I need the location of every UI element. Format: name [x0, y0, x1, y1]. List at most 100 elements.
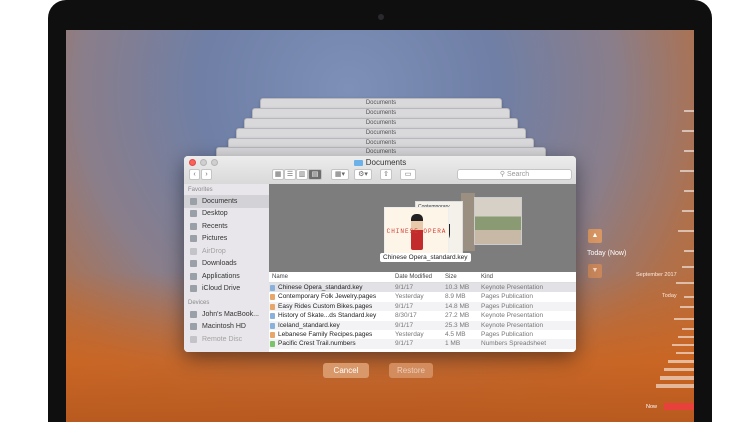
stacked-window-title: Documents — [365, 120, 397, 126]
column-view-button[interactable]: ▥ — [296, 169, 308, 180]
cover-flow-button[interactable]: ▤ — [308, 169, 322, 180]
sidebar-item-applications[interactable]: Applications — [184, 270, 269, 283]
cover-flow-icon: ▤ — [311, 171, 319, 178]
icon-view-button[interactable]: ▦ — [272, 169, 284, 180]
tag-icon: ▭ — [404, 171, 412, 178]
file-name: Lebanese Family Recipes.pages — [278, 330, 373, 338]
keynote-file-icon — [270, 285, 275, 291]
sidebar-item-recents[interactable]: Recents — [184, 220, 269, 233]
share-button[interactable]: ⇧ — [380, 169, 392, 180]
column-header-name[interactable]: Name — [272, 272, 288, 282]
sidebar-item-documents[interactable]: Documents — [184, 195, 269, 208]
chevron-right-icon: › — [205, 171, 208, 178]
document-preview-title: CHINESE OPERA — [386, 228, 447, 235]
sidebar-item-label: Pictures — [202, 235, 228, 243]
sidebar-item-pictures[interactable]: Pictures — [184, 233, 269, 246]
stacked-window-title: Documents — [365, 110, 397, 116]
chevron-down-icon: ▼ — [591, 267, 599, 274]
applications-icon — [190, 272, 197, 280]
file-size: 1 MB — [445, 340, 461, 348]
timeline-down-button[interactable]: ▼ — [588, 264, 602, 278]
forward-button[interactable]: › — [201, 169, 212, 180]
timeline-label-september[interactable]: September 2017 — [636, 272, 677, 278]
numbers-file-icon — [270, 341, 275, 348]
timeline-label-today[interactable]: Today — [662, 293, 677, 299]
column-header-date[interactable]: Date Modified — [395, 272, 432, 282]
stacked-window-title: Documents — [365, 140, 397, 146]
table-row[interactable]: Chinese Opera_standard.key 9/1/17 10.3 MB K… — [269, 283, 576, 293]
sidebar-item-downloads[interactable]: Downloads — [184, 258, 269, 271]
table-row[interactable]: Contemporary Folk Jewelry.pages Yesterday… — [269, 292, 576, 301]
documents-icon — [190, 197, 197, 205]
columns-icon: ▥ — [298, 171, 306, 178]
document-preview[interactable] — [461, 193, 475, 251]
sidebar-item-label: Downloads — [202, 260, 237, 268]
column-header-size[interactable]: Size — [445, 272, 457, 282]
pages-file-icon — [270, 294, 275, 301]
search-field[interactable]: ⚲ Search — [457, 169, 572, 180]
title-bar: Documents ‹ › ▦ ☰ ▥ ▤ ▦▾ ⚙▾ ⇧ ▭ ⚲ Search — [184, 156, 576, 185]
preview-caption: Chinese Opera_standard.key — [380, 253, 471, 262]
table-row[interactable]: Easy Rides Custom Bikes.pages 9/1/17 14.8 … — [269, 301, 576, 312]
sidebar-section-devices: Devices — [188, 300, 210, 306]
sidebar-item-desktop[interactable]: Desktop — [184, 208, 269, 221]
table-row[interactable]: Pacific Crest Trail.numbers 9/1/17 1 MB Num… — [269, 339, 576, 349]
table-row[interactable]: Lebanese Family Recipes.pages Yesterday 4.… — [269, 330, 576, 339]
sidebar-item-icloud-drive[interactable]: iCloud Drive — [184, 283, 269, 296]
group-button[interactable]: ▦▾ — [331, 169, 349, 180]
sidebar-item-macbook[interactable]: John's MacBook... — [184, 308, 269, 321]
sidebar-item-label: Recents — [202, 222, 228, 230]
cover-flow-preview: Contemporary Folk Jewelry CHINESE OPERA … — [269, 184, 576, 272]
document-preview[interactable] — [474, 197, 522, 245]
sidebar: Favorites Documents Desktop Recents Pict… — [184, 184, 269, 352]
folder-icon — [353, 160, 363, 166]
timeline-now-marker[interactable] — [664, 403, 694, 410]
sidebar-section-favorites: Favorites — [188, 187, 213, 193]
restore-button[interactable]: Restore — [389, 363, 433, 378]
file-date: 9/1/17 — [395, 302, 414, 310]
file-kind: Pages Publication — [481, 330, 534, 338]
file-name: History of Skate...ds Standard.key — [278, 312, 377, 320]
downloads-icon — [190, 260, 197, 268]
action-button[interactable]: ⚙▾ — [354, 169, 372, 180]
timeline-up-button[interactable]: ▲ — [588, 229, 602, 243]
sidebar-item-airdrop[interactable]: AirDrop — [184, 245, 269, 258]
sidebar-item-remote-disc[interactable]: Remote Disc — [184, 333, 269, 346]
sidebar-item-label: Desktop — [202, 210, 228, 218]
timeline-label-now[interactable]: Now — [646, 404, 657, 410]
pages-file-icon — [270, 331, 275, 338]
file-size: 10.3 MB — [445, 284, 470, 291]
disc-icon — [190, 335, 197, 343]
gear-icon: ⚙▾ — [358, 171, 368, 178]
table-row[interactable]: Iceland_standard.key 9/1/17 25.3 MB Keynote… — [269, 320, 576, 330]
stacked-window-title: Documents — [365, 149, 397, 155]
tags-button[interactable]: ▭ — [400, 169, 416, 180]
chevron-up-icon: ▲ — [591, 232, 599, 239]
file-size: 14.8 MB — [445, 302, 470, 310]
sidebar-item-label: Macintosh HD — [202, 323, 246, 331]
pictures-icon — [190, 235, 197, 243]
chevron-left-icon: ‹ — [193, 171, 196, 178]
cancel-button[interactable]: Cancel — [323, 363, 369, 378]
camera-icon — [378, 14, 384, 20]
sidebar-item-label: Remote Disc — [202, 335, 243, 343]
table-row[interactable]: History of Skate...ds Standard.key 8/30/1… — [269, 311, 576, 320]
desktop-icon — [190, 210, 197, 218]
list-view-button[interactable]: ☰ — [284, 169, 296, 180]
back-button[interactable]: ‹ — [189, 169, 200, 180]
file-size: 25.3 MB — [445, 321, 470, 329]
keynote-file-icon — [270, 322, 275, 329]
disk-icon — [190, 323, 197, 331]
column-header-kind[interactable]: Kind — [481, 272, 493, 282]
search-icon: ⚲ — [499, 171, 507, 178]
sidebar-item-macintosh-hd[interactable]: Macintosh HD — [184, 321, 269, 334]
selected-document-preview[interactable]: CHINESE OPERA — [384, 207, 449, 254]
sidebar-item-label: iCloud Drive — [202, 285, 241, 293]
file-name: Contemporary Folk Jewelry.pages — [278, 293, 377, 301]
timeline-current-label: Today (Now) — [587, 250, 627, 257]
file-date: 8/30/17 — [395, 312, 417, 320]
file-date: Yesterday — [395, 330, 424, 338]
group-icon: ▦▾ — [334, 171, 346, 178]
share-icon: ⇧ — [383, 171, 389, 178]
file-size: 4.5 MB — [445, 330, 466, 338]
